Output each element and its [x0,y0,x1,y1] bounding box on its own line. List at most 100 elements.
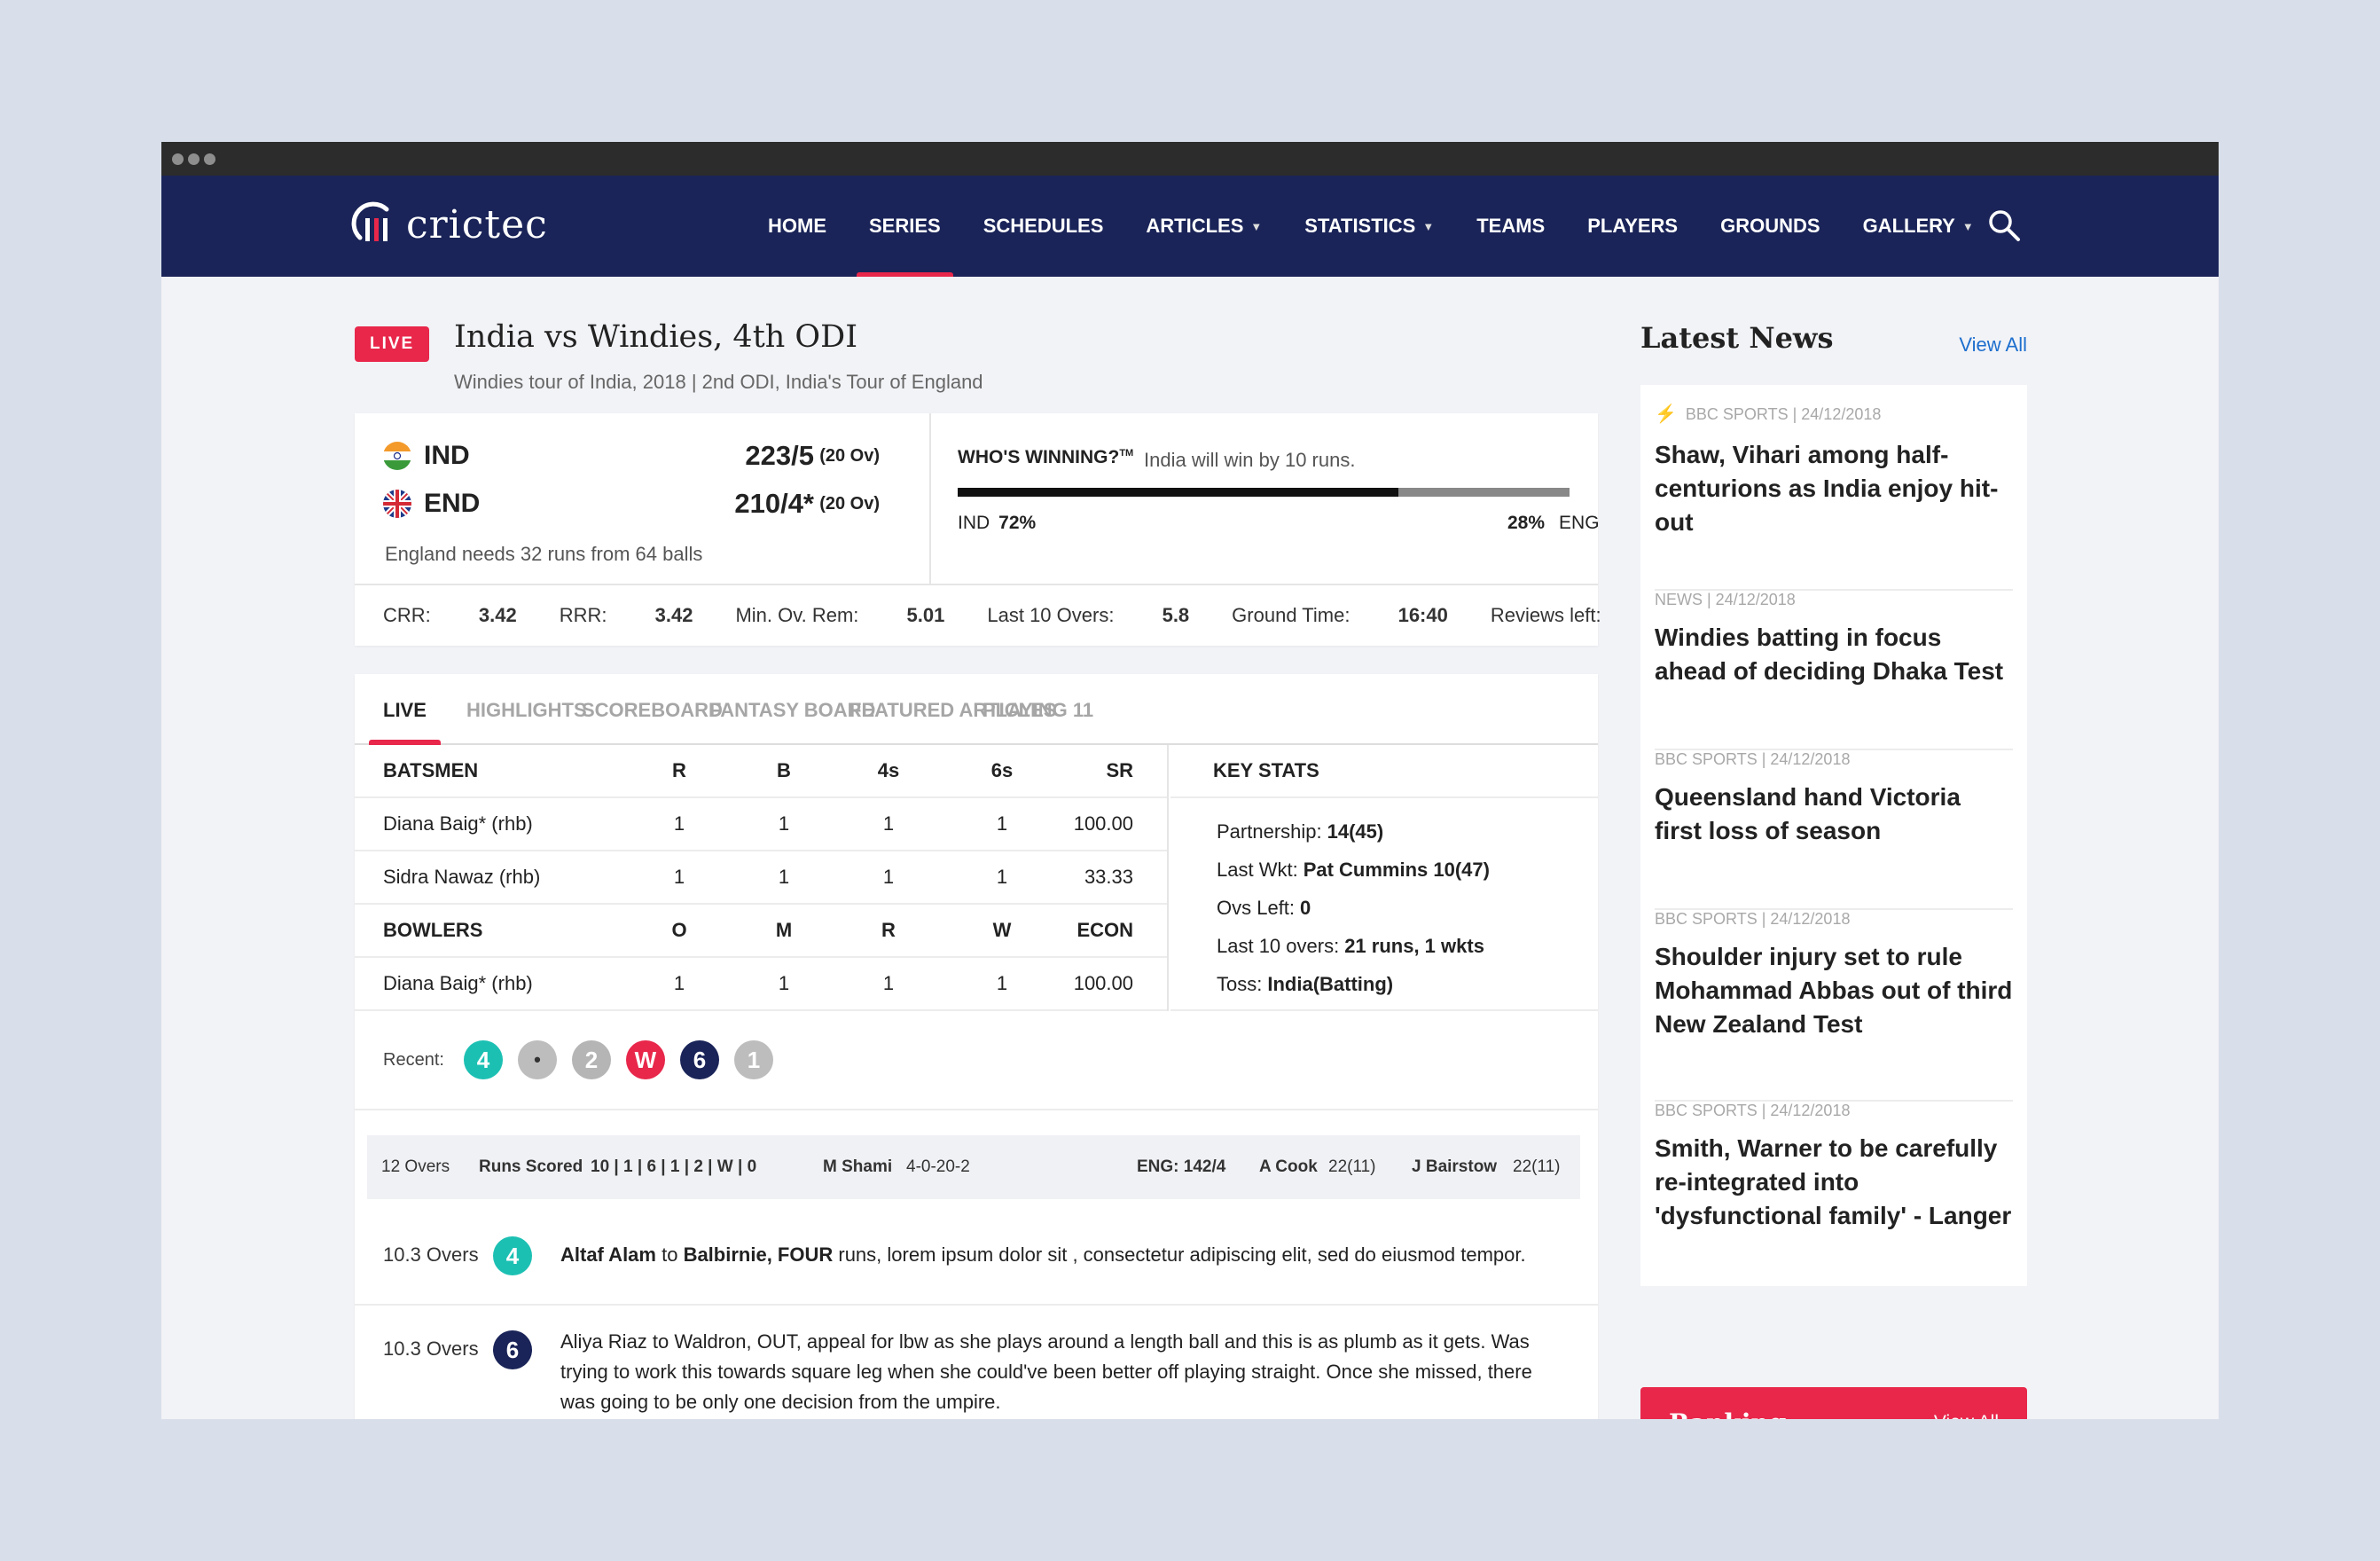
nav-item-home[interactable]: HOME [768,176,826,277]
bowler-name: M Shami [823,1157,893,1176]
tab-highlights[interactable]: HIGHLIGHTS [466,699,587,722]
team-scores: IND 223/5 (20 Ov) END 210/4* (20 Ov) Eng… [355,413,931,584]
news-headline[interactable]: Smith, Warner to be carefully re-integra… [1655,1132,2013,1233]
news-item[interactable]: ⚡ BBC SPORTS | 24/12/2018 Shaw, Vihari amo… [1655,403,2013,591]
ranking-view-all-link[interactable]: View All [1934,1412,1999,1419]
search-icon [1989,210,2020,241]
table-cell: 1 [996,972,1008,994]
key-stat-label: Last Wkt: [1217,858,1298,881]
table-cell: 1 [673,972,685,994]
news-source: ⚡ BBC SPORTS | 24/12/2018 [1655,403,1881,425]
table-cell: Diana Baig* (rhb) [383,812,533,835]
match-stat: Ground Time: 16:40 [1232,604,1448,627]
window-dot[interactable] [188,153,200,165]
team-runs: 210/4* [734,488,814,519]
key-stat-line: Last 10 overs: 21 runs, 1 wkts [1217,927,1598,965]
tab-scoreboard[interactable]: SCOREBOARD [582,699,723,722]
team-row-ind: IND 223/5 (20 Ov) [383,436,880,475]
table-header-cell: 4s [877,759,900,781]
team-score: ENG: 142/4 [1137,1157,1226,1176]
table-header-cell: R [672,759,686,781]
nav-item-grounds[interactable]: GROUNDS [1720,176,1820,277]
nav-item-label: STATISTICS [1304,215,1416,237]
news-headline[interactable]: Shaw, Vihari among half-centurions as In… [1655,438,2013,539]
nav-item-label: PLAYERS [1587,215,1679,237]
nav-item-label: TEAMS [1476,215,1546,237]
recent-ball: 1 [733,1040,773,1079]
nav-item-teams[interactable]: TEAMS [1476,176,1545,277]
over-count: 12 Overs [381,1157,450,1176]
table-cell: Diana Baig* (rhb) [383,972,533,994]
nav-item-schedules[interactable]: SCHEDULES [983,176,1104,277]
table-cell: 33.33 [1084,866,1133,888]
nav-item-label: GROUNDS [1720,215,1820,237]
table-header-cell: M [775,919,793,941]
nav-item-statistics[interactable]: STATISTICS ▼ [1304,176,1434,277]
recent-ball: 4 [463,1040,503,1079]
recent-ball: • [517,1040,557,1079]
table-cell: 1 [996,812,1008,835]
batsman-2-score: 22(11) [1513,1157,1561,1176]
match-stat: Min. Ov. Rem: 5.01 [735,604,944,627]
chevron-down-icon: ▼ [1422,219,1435,233]
runs-sequence: 10 | 1 | 6 | 1 | 2 | W | 0 [591,1157,757,1176]
news-view-all-link[interactable]: View All [1959,333,2027,357]
batsman-row: Diana Baig* (rhb) 1 1 1 1 100.00 [355,798,1167,851]
news-item[interactable]: BBC SPORTS | 24/12/2018 Shoulder injury s… [1655,910,2013,1102]
news-sidebar: Latest News View All ⚡ BBC SPORTS | 24/12… [1640,321,2027,1419]
key-stat-line: Partnership: 14(45) [1217,812,1598,851]
news-source: BBC SPORTS | 24/12/2018 [1655,910,1850,929]
batsman-row: Sidra Nawaz (rhb) 1 1 1 1 33.33 [355,851,1167,905]
win-team2-label: 28% ENG [1507,513,1600,533]
batsmen-header-row: BATSMEN R B 4s 6s SR [355,745,1167,798]
table-header-cell: ECON [1076,919,1133,941]
bowler-figures: 4-0-20-2 [906,1157,970,1176]
ranking-panel-header: Ranking View All [1640,1387,2027,1419]
window-dot[interactable] [204,153,215,165]
news-headline[interactable]: Queensland hand Victoria first loss of s… [1655,780,2013,848]
commentary-over: 10.3 Overs [383,1337,479,1360]
table-cell: 1 [882,866,895,888]
key-stat-value: 14(45) [1327,820,1384,843]
news-source-text: BBC SPORTS | 24/12/2018 [1655,750,1851,768]
nav-item-articles[interactable]: ARTICLES ▼ [1146,176,1262,277]
match-stat-label: Reviews left: [1490,604,1601,626]
news-item[interactable]: NEWS | 24/12/2018 Windies batting in focu… [1655,591,2013,750]
nav-item-label: ARTICLES [1146,215,1244,237]
recent-label: Recent: [383,1049,444,1070]
key-stat-line: Ovs Left: 0 [1217,889,1598,927]
table-header-cell: B [777,759,791,781]
match-stat-value: 5.01 [906,604,945,626]
nav-item-gallery[interactable]: GALLERY ▼ [1863,176,1974,277]
key-stat-label: Partnership: [1217,820,1322,843]
news-list: ⚡ BBC SPORTS | 24/12/2018 Shaw, Vihari amo… [1640,385,2027,1286]
page-content: LIVE India vs Windies, 4th ODI Windies t… [161,277,2219,1419]
news-source: BBC SPORTS | 24/12/2018 [1655,1102,1850,1120]
news-source-text: NEWS | 24/12/2018 [1655,591,1796,608]
news-headline[interactable]: Shoulder injury set to rule Mohammad Abb… [1655,940,2013,1041]
news-headline[interactable]: Windies batting in focus ahead of decidi… [1655,621,2013,688]
win-probability-fill [958,488,1398,497]
table-cell: 1 [996,866,1008,888]
match-stat: Last 10 Overs: 5.8 [987,604,1189,627]
match-subtitle: Windies tour of India, 2018 | 2nd ODI, I… [454,371,983,393]
news-item[interactable]: BBC SPORTS | 24/12/2018 Queensland hand V… [1655,750,2013,910]
table-cell: 100.00 [1073,812,1133,835]
brand-logo[interactable]: crictec [351,200,548,248]
table-header-cell: BATSMEN [383,759,479,781]
cricket-logo-icon [351,201,389,241]
tab-live[interactable]: LIVE [369,699,441,745]
news-item[interactable]: BBC SPORTS | 24/12/2018 Smith, Warner to … [1655,1102,2013,1279]
match-stat-label: Ground Time: [1232,604,1350,626]
search-button[interactable] [1986,208,2022,243]
nav-item-label: SERIES [869,215,941,237]
window-dot[interactable] [172,153,184,165]
runs-scored-label: Runs Scored [479,1157,583,1176]
commentary-item: 10.3 Overs 6 Aliya Riaz to Waldron, OUT,… [355,1306,1598,1419]
tab-playing-11[interactable]: PLAYING 11 [983,699,1093,722]
nav-item-series[interactable]: SERIES [857,176,953,277]
live-panel: LIVE HIGHLIGHTS SCOREBOARD FANTASY BOARD FEA… [355,674,1598,1419]
lightning-icon: ⚡ [1655,404,1677,424]
recent-balls: Recent: 4 • 2 W 6 1 [355,1011,1598,1110]
nav-item-players[interactable]: PLAYERS [1587,176,1678,277]
